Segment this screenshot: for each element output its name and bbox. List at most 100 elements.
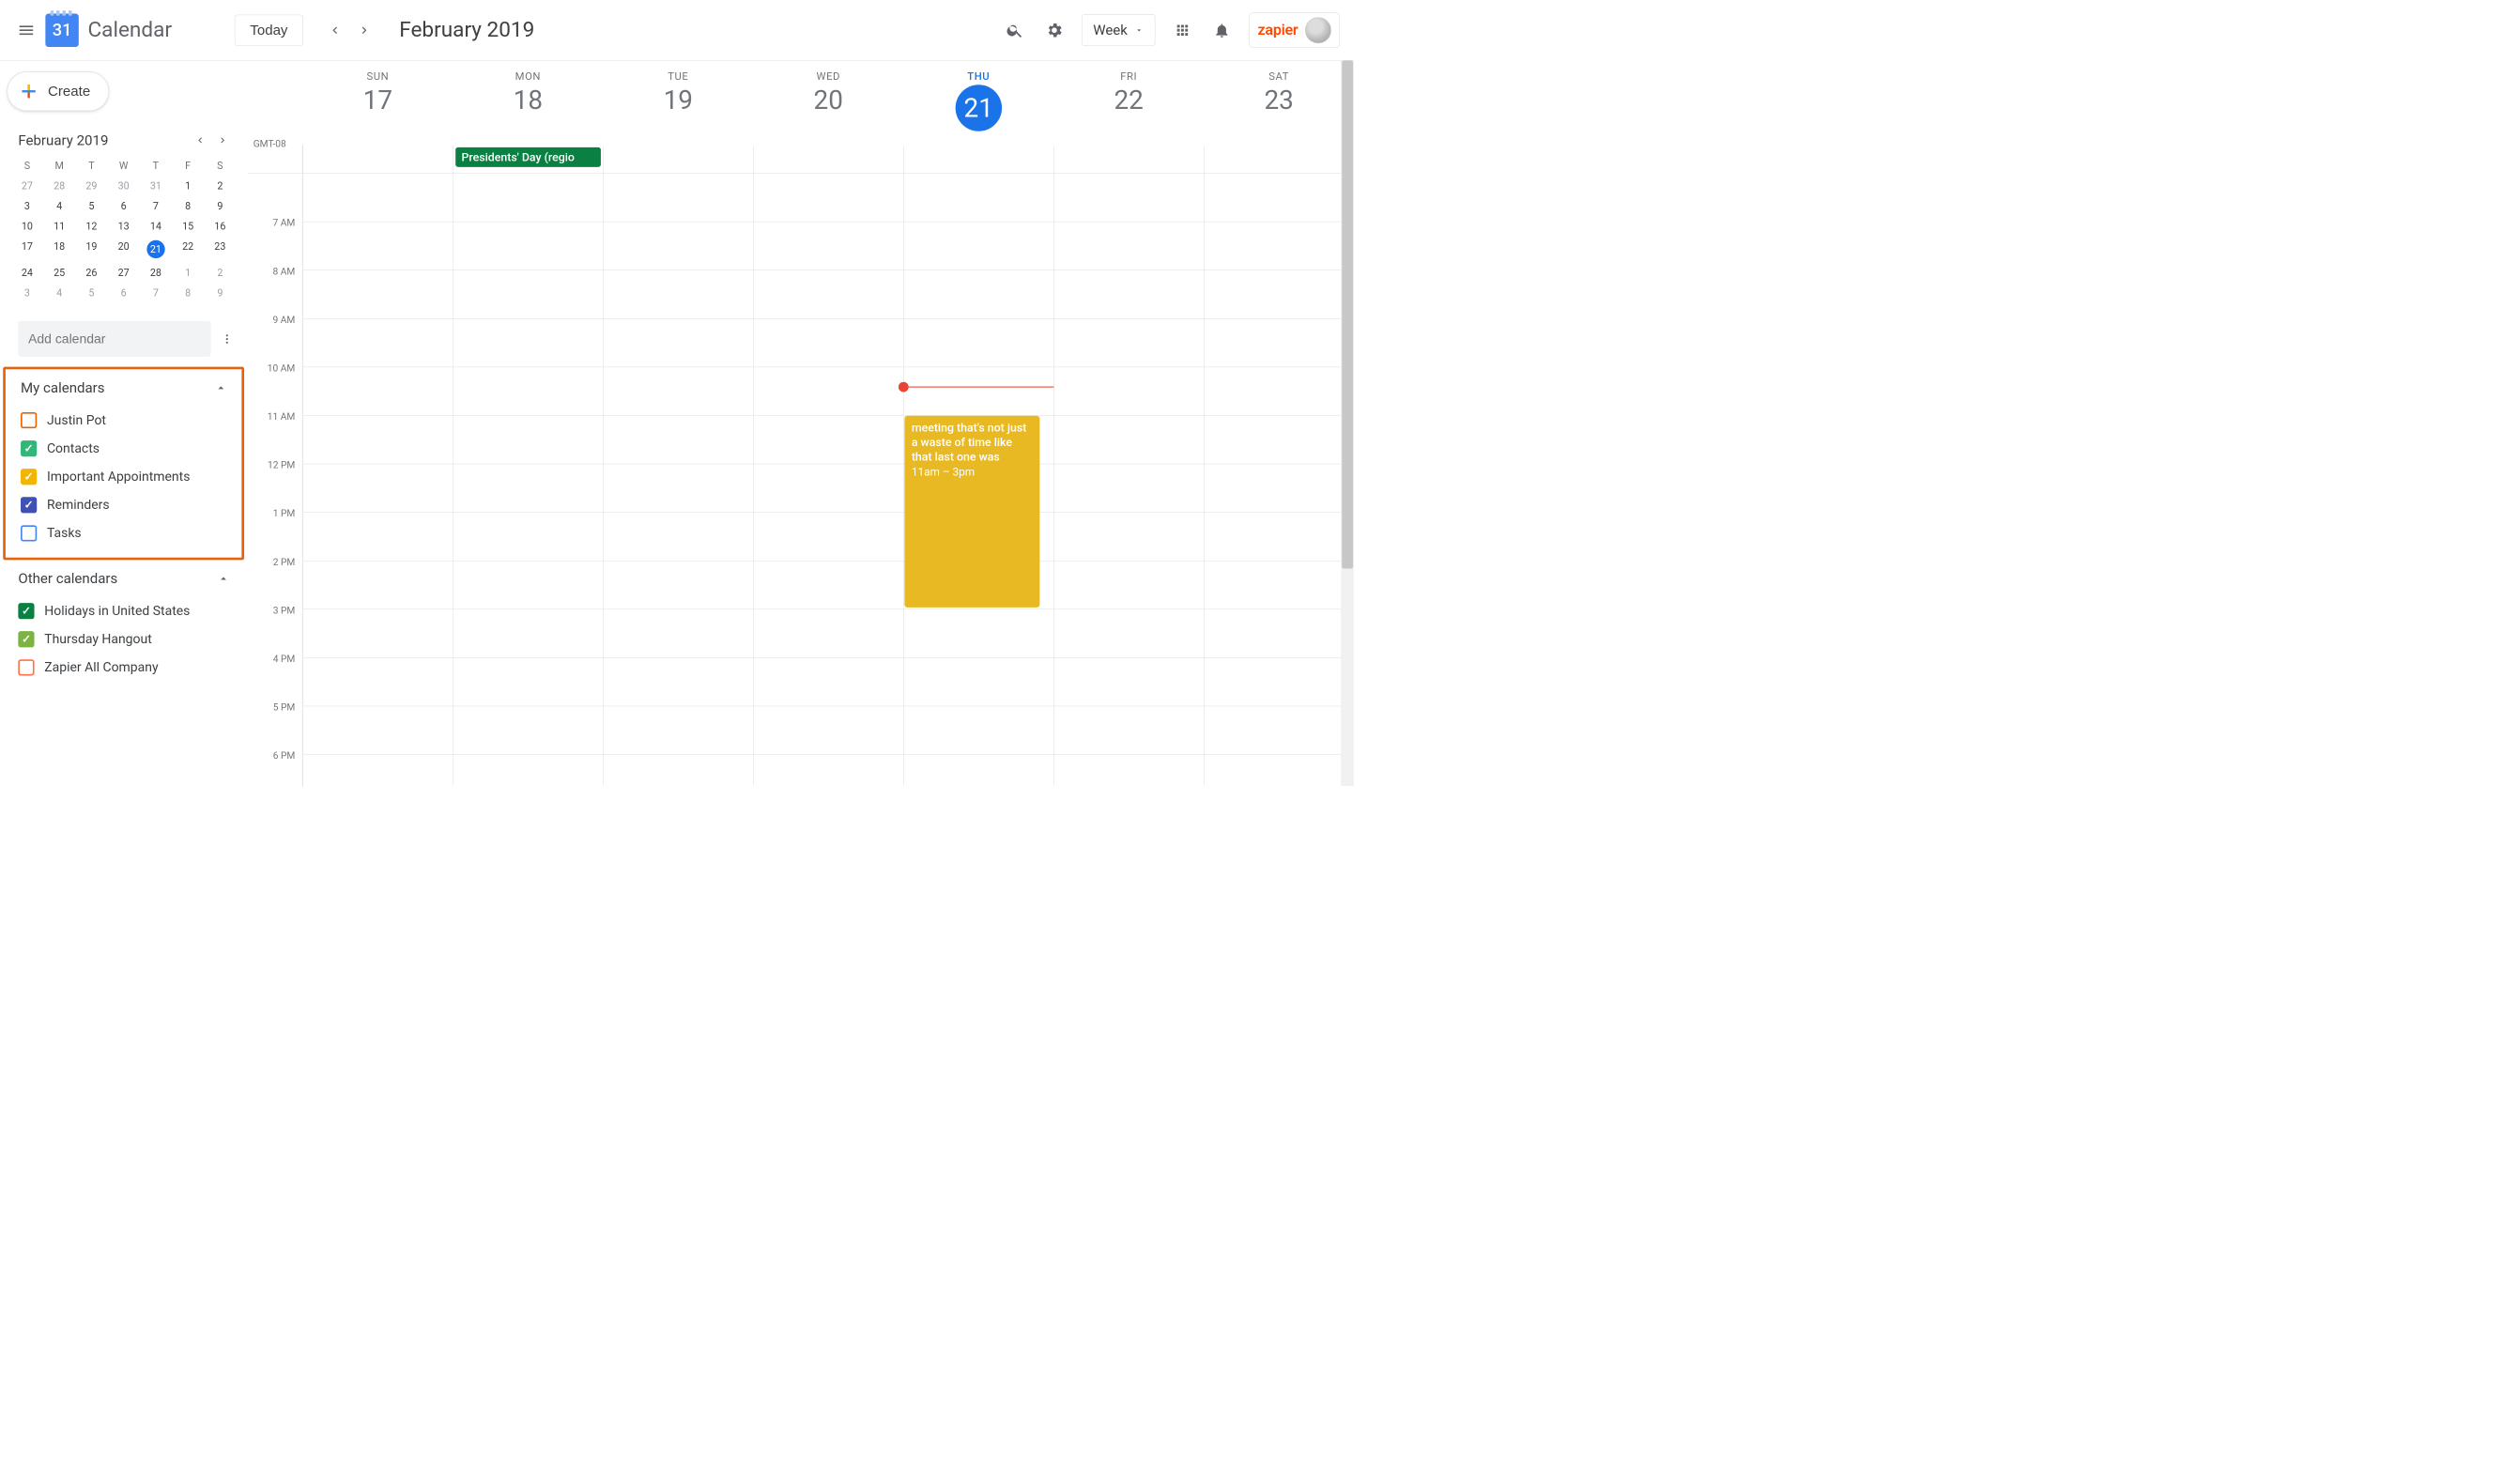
mini-day[interactable]: 3 xyxy=(11,195,43,215)
calendar-checkbox[interactable] xyxy=(21,412,37,428)
day-column[interactable] xyxy=(1204,174,1354,786)
calendar-item[interactable]: Zapier All Company xyxy=(18,654,239,682)
mini-day[interactable]: 28 xyxy=(43,176,75,195)
allday-event[interactable]: Presidents' Day (regio xyxy=(455,147,601,167)
calendar-checkbox[interactable] xyxy=(18,659,34,675)
mini-day[interactable]: 27 xyxy=(108,262,140,282)
mini-day[interactable]: 14 xyxy=(140,216,172,236)
apps-button[interactable] xyxy=(1171,18,1195,42)
day-header[interactable]: TUE19 xyxy=(603,60,753,145)
mini-day[interactable]: 5 xyxy=(75,195,107,215)
mini-day[interactable]: 5 xyxy=(75,283,107,302)
user-avatar[interactable] xyxy=(1305,17,1331,43)
mini-day[interactable]: 27 xyxy=(11,176,43,195)
mini-day[interactable]: 26 xyxy=(75,262,107,282)
mini-day[interactable]: 11 xyxy=(43,216,75,236)
calendar-item[interactable]: Holidays in United States xyxy=(18,597,239,625)
mini-day[interactable]: 24 xyxy=(11,262,43,282)
prev-week-button[interactable] xyxy=(323,18,347,42)
add-calendar-input[interactable] xyxy=(18,321,210,357)
view-selector[interactable]: Week xyxy=(1082,14,1156,46)
mini-day[interactable]: 2 xyxy=(204,176,236,195)
mini-day[interactable]: 23 xyxy=(204,236,236,262)
notifications-button[interactable] xyxy=(1209,18,1234,42)
calendar-checkbox[interactable] xyxy=(21,440,37,456)
mini-day[interactable]: 31 xyxy=(140,176,172,195)
mini-prev-month-button[interactable] xyxy=(191,131,208,149)
mini-day[interactable]: 22 xyxy=(172,236,204,262)
mini-next-month-button[interactable] xyxy=(214,131,232,149)
mini-day[interactable]: 9 xyxy=(204,195,236,215)
mini-day[interactable]: 13 xyxy=(108,216,140,236)
allday-cell[interactable] xyxy=(903,146,1053,174)
calendar-event[interactable]: meeting that's not just a waste of time … xyxy=(904,416,1039,608)
mini-day[interactable]: 15 xyxy=(172,216,204,236)
day-header[interactable]: SUN17 xyxy=(302,60,453,145)
allday-cell[interactable] xyxy=(1053,146,1204,174)
allday-cell[interactable] xyxy=(302,146,453,174)
mini-day[interactable]: 16 xyxy=(204,216,236,236)
mini-day[interactable]: 6 xyxy=(108,283,140,302)
mini-day[interactable]: 30 xyxy=(108,176,140,195)
mini-day[interactable]: 1 xyxy=(172,262,204,282)
day-header[interactable]: WED20 xyxy=(753,60,903,145)
calendar-item[interactable]: Tasks xyxy=(21,519,238,547)
day-header[interactable]: THU21 xyxy=(903,60,1053,145)
calendar-checkbox[interactable] xyxy=(21,469,37,485)
day-header[interactable]: FRI22 xyxy=(1053,60,1204,145)
mini-calendar[interactable]: SMTWTFS 27282930311234567891011121314151… xyxy=(11,155,237,302)
next-week-button[interactable] xyxy=(353,18,377,42)
calendar-item[interactable]: Reminders xyxy=(21,491,238,519)
scrollbar-track[interactable] xyxy=(1341,60,1354,786)
mini-day[interactable]: 17 xyxy=(11,236,43,262)
calendar-checkbox[interactable] xyxy=(18,603,34,619)
mini-day[interactable]: 28 xyxy=(140,262,172,282)
mini-day[interactable]: 10 xyxy=(11,216,43,236)
mini-day[interactable]: 7 xyxy=(140,195,172,215)
search-button[interactable] xyxy=(1003,18,1027,42)
mini-day[interactable]: 2 xyxy=(204,262,236,282)
mini-day[interactable]: 21 xyxy=(140,236,172,262)
day-column[interactable] xyxy=(302,174,453,786)
mini-day[interactable]: 19 xyxy=(75,236,107,262)
day-column[interactable] xyxy=(1053,174,1204,786)
mini-day[interactable]: 9 xyxy=(204,283,236,302)
mini-day[interactable]: 7 xyxy=(140,283,172,302)
settings-button[interactable] xyxy=(1042,18,1067,42)
mini-day[interactable]: 1 xyxy=(172,176,204,195)
zapier-account-chip[interactable]: zapier xyxy=(1249,12,1340,48)
allday-cell[interactable] xyxy=(753,146,903,174)
calendar-checkbox[interactable] xyxy=(18,631,34,647)
calendar-item[interactable]: Contacts xyxy=(21,435,238,463)
scrollbar-thumb[interactable] xyxy=(1342,60,1353,568)
calendar-item[interactable]: Important Appointments xyxy=(21,463,238,491)
mini-day[interactable]: 4 xyxy=(43,283,75,302)
mini-day[interactable]: 6 xyxy=(108,195,140,215)
day-header[interactable]: MON18 xyxy=(453,60,603,145)
calendar-checkbox[interactable] xyxy=(21,525,37,541)
other-calendars-toggle[interactable]: Other calendars xyxy=(8,562,240,595)
mini-day[interactable]: 18 xyxy=(43,236,75,262)
calendar-item[interactable]: Justin Pot xyxy=(21,407,238,435)
allday-cell[interactable]: Presidents' Day (regio xyxy=(453,146,603,174)
mini-day[interactable]: 20 xyxy=(108,236,140,262)
mini-day[interactable]: 25 xyxy=(43,262,75,282)
day-header[interactable]: SAT23 xyxy=(1204,60,1354,145)
day-column[interactable] xyxy=(753,174,903,786)
mini-day[interactable]: 4 xyxy=(43,195,75,215)
allday-cell[interactable] xyxy=(603,146,753,174)
add-calendar-menu-button[interactable] xyxy=(218,330,236,347)
my-calendars-toggle[interactable]: My calendars xyxy=(9,371,238,404)
mini-day[interactable]: 8 xyxy=(172,283,204,302)
mini-day[interactable]: 3 xyxy=(11,283,43,302)
today-button[interactable]: Today xyxy=(235,14,303,45)
calendar-item[interactable]: Thursday Hangout xyxy=(18,625,239,654)
mini-day[interactable]: 12 xyxy=(75,216,107,236)
mini-day[interactable]: 29 xyxy=(75,176,107,195)
day-column[interactable] xyxy=(453,174,603,786)
allday-cell[interactable] xyxy=(1204,146,1354,174)
day-column[interactable] xyxy=(603,174,753,786)
calendar-checkbox[interactable] xyxy=(21,497,37,513)
mini-day[interactable]: 8 xyxy=(172,195,204,215)
main-menu-button[interactable] xyxy=(14,18,38,42)
